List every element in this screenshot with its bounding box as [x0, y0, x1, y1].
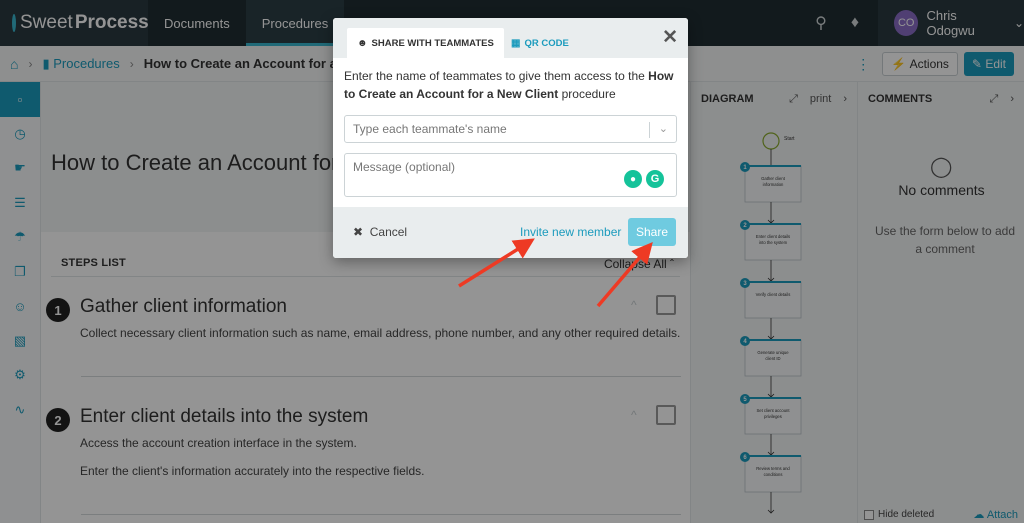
arrow-to-share — [596, 242, 653, 308]
annotation-arrows — [458, 238, 653, 308]
arrow-to-invite — [458, 238, 535, 288]
